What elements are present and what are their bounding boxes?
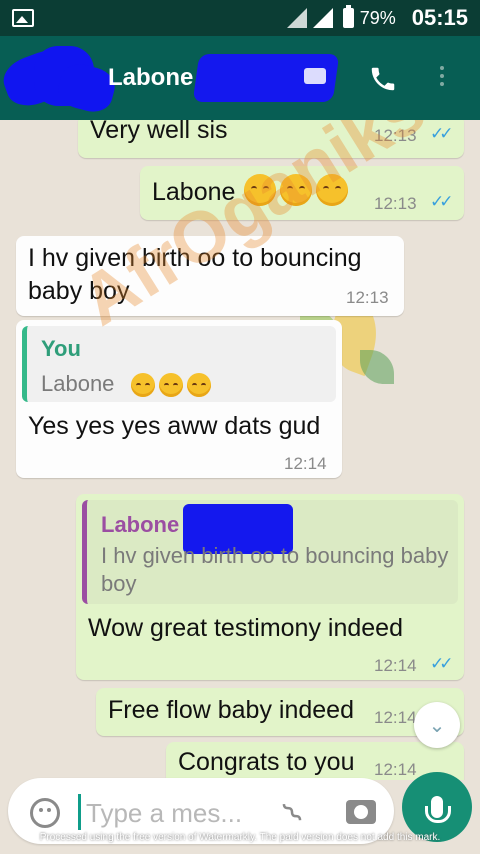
read-ticks-icon: ✓✓ bbox=[430, 192, 453, 211]
message-bubble[interactable]: Free flow baby indeed 12:14 bbox=[96, 688, 464, 736]
quote-author: Labone bbox=[101, 512, 180, 537]
signal-icon bbox=[286, 8, 307, 28]
message-text: Congrats to you bbox=[178, 748, 355, 776]
message-input[interactable]: Type a mes... bbox=[86, 798, 242, 829]
camera-icon[interactable] bbox=[346, 800, 376, 824]
emoji-row bbox=[127, 370, 211, 399]
quote-text: I hv given birth oo to bouncing baby boy bbox=[101, 543, 449, 596]
message-time: 12:14 bbox=[374, 760, 417, 779]
emoji-icon[interactable] bbox=[30, 798, 60, 828]
battery-icon bbox=[342, 5, 354, 28]
hugging-emoji-icon bbox=[131, 373, 155, 398]
phone-icon[interactable] bbox=[368, 64, 398, 94]
contact-name[interactable]: Labone bbox=[108, 64, 193, 92]
image-icon bbox=[12, 9, 34, 27]
scroll-down-icon: ⌄ bbox=[428, 714, 446, 737]
message-time: 12:14 bbox=[374, 656, 417, 675]
message-time: 12:13 bbox=[346, 288, 389, 307]
message-text: Very well sis bbox=[90, 120, 228, 144]
back-and-avatar[interactable] bbox=[0, 43, 119, 117]
message-time: 12:14 bbox=[284, 454, 327, 473]
message-time: 12:13 bbox=[374, 194, 417, 213]
attach-icon[interactable]: ⌇ bbox=[276, 796, 311, 831]
message-text: Free flow baby indeed bbox=[108, 696, 354, 724]
signal-icon bbox=[312, 8, 333, 28]
message-bubble[interactable]: Congrats to you 12:14 bbox=[166, 742, 464, 780]
message-text: Wow great testimony indeed bbox=[88, 614, 403, 642]
watermark-logo bbox=[360, 350, 394, 384]
status-bar: 79% 05:15 bbox=[0, 0, 480, 36]
message-text: Yes yes yes aww dats gud bbox=[28, 412, 321, 440]
quote-text: Labone bbox=[41, 371, 115, 396]
chat-header: Labone bbox=[0, 36, 480, 120]
status-right: 79% 05:15 bbox=[286, 5, 468, 31]
text-cursor bbox=[78, 794, 81, 830]
quoted-message[interactable]: You Labone bbox=[22, 326, 336, 402]
clock: 05:15 bbox=[411, 5, 468, 30]
menu-icon[interactable] bbox=[440, 66, 444, 86]
chat-area[interactable]: Very well sis 12:13 ✓✓ Labone 12:13 ✓✓ I… bbox=[0, 120, 480, 780]
video-call-icon[interactable] bbox=[304, 68, 326, 84]
quote-author: You bbox=[41, 336, 81, 361]
scroll-down-button[interactable]: ⌄ bbox=[414, 702, 460, 748]
hugging-emoji-icon bbox=[187, 373, 211, 398]
message-time: 12:14 bbox=[374, 708, 417, 727]
hugging-emoji-icon bbox=[159, 373, 183, 398]
battery-level: 79% bbox=[359, 7, 396, 28]
read-ticks-icon: ✓✓ bbox=[430, 654, 453, 673]
mic-icon bbox=[425, 796, 451, 823]
message-bubble[interactable]: You Labone Yes yes yes aww dats gud 12:1… bbox=[16, 320, 342, 478]
message-bubble[interactable]: Labone I hv given birth oo to bouncing b… bbox=[76, 494, 464, 680]
quoted-message[interactable]: Labone I hv given birth oo to bouncing b… bbox=[82, 500, 458, 604]
status-left bbox=[12, 9, 287, 27]
watermark-notice: Processed using the free version of Wate… bbox=[39, 832, 441, 843]
